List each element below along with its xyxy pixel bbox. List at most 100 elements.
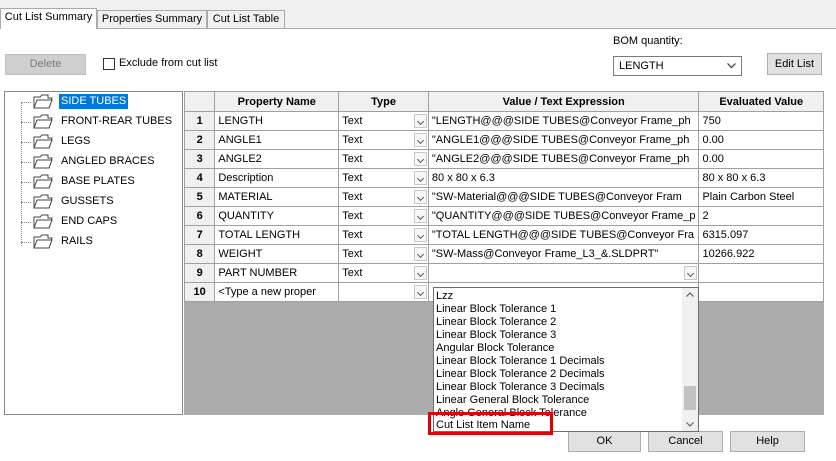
dropdown-arrow-icon[interactable] [413, 190, 427, 204]
row-number[interactable]: 10 [183, 282, 216, 302]
type-value: Text [342, 229, 363, 241]
tab-properties-summary[interactable]: Properties Summary [97, 10, 207, 28]
dropdown-arrow-icon[interactable] [413, 152, 427, 166]
expression-cell[interactable]: "ANGLE1@@@SIDE TUBES@Conveyor Frame_ph [427, 130, 700, 150]
property-name-cell[interactable]: ANGLE1 [214, 130, 340, 150]
folder-icon [33, 174, 53, 189]
tab-cut-list-table[interactable]: Cut List Table [207, 10, 285, 28]
type-cell[interactable]: Text [338, 206, 429, 226]
dropdown-arrow-icon[interactable] [413, 133, 427, 147]
scroll-down-icon[interactable] [682, 418, 698, 431]
ok-button[interactable]: OK [568, 431, 641, 452]
table-row: 1 LENGTH Text "LENGTH@@@SIDE TUBES@Conve… [183, 111, 824, 131]
list-item[interactable]: Linear Block Tolerance 2 [436, 316, 556, 329]
list-item[interactable]: Linear Block Tolerance 1 Decimals [436, 355, 605, 368]
row-number[interactable]: 4 [183, 168, 216, 188]
list-item[interactable]: Linear Block Tolerance 2 Decimals [436, 368, 605, 381]
dropdown-arrow-icon[interactable] [413, 247, 427, 261]
tree-label: RAILS [61, 235, 93, 247]
scroll-up-icon[interactable] [682, 288, 698, 301]
new-property-cell[interactable]: <Type a new proper [214, 282, 340, 302]
column-header[interactable]: Type [338, 91, 429, 112]
dropdown-arrow-icon[interactable] [684, 266, 698, 280]
scrollbar-thumb[interactable] [684, 386, 696, 410]
row-number[interactable]: 9 [183, 263, 216, 283]
table-row: 6 QUANTITY Text "QUANTITY@@@SIDE TUBES@C… [183, 206, 824, 226]
expression-cell[interactable]: "SW-Material@@@SIDE TUBES@Conveyor Fram [427, 187, 700, 207]
table-header-row: Property Name Type Value / Text Expressi… [183, 91, 824, 112]
expression-cell[interactable]: "TOTAL LENGTH@@@SIDE TUBES@Conveyor Fra [427, 225, 700, 245]
table-row: 2 ANGLE1 Text "ANGLE1@@@SIDE TUBES@Conve… [183, 130, 824, 150]
property-name-cell[interactable]: MATERIAL [214, 187, 340, 207]
evaluated-value-cell: 750 [698, 111, 824, 131]
expression-cell[interactable]: "SW-Mass@Conveyor Frame_L3_&.SLDPRT" [427, 244, 700, 264]
tree-label: END CAPS [61, 215, 118, 227]
dropdown-scrollbar[interactable] [682, 288, 698, 431]
dropdown-arrow-icon[interactable] [413, 228, 427, 242]
delete-button[interactable]: Delete [5, 54, 86, 75]
list-item[interactable]: Lzz [436, 290, 453, 303]
type-value: Text [342, 153, 363, 165]
tree-label: LEGS [61, 135, 91, 147]
dropdown-arrow-icon[interactable] [413, 266, 427, 280]
chevron-down-icon [727, 63, 736, 69]
type-cell[interactable]: Text [338, 244, 429, 264]
property-name-cell[interactable]: TOTAL LENGTH [214, 225, 340, 245]
cut-list-tree: SIDE TUBES FRONT-REAR TUBES LEGS ANGLED … [4, 91, 183, 415]
list-item[interactable]: Linear General Block Tolerance [436, 394, 589, 407]
evaluated-value-cell: 0.00 [698, 130, 824, 150]
row-number[interactable]: 3 [183, 149, 216, 169]
column-header[interactable]: Evaluated Value [698, 91, 824, 112]
expression-cell[interactable]: "ANGLE2@@@SIDE TUBES@Conveyor Frame_ph [427, 149, 700, 169]
list-item[interactable]: Linear Block Tolerance 1 [436, 303, 556, 316]
type-cell[interactable]: Text [338, 187, 429, 207]
help-button[interactable]: Help [730, 431, 805, 452]
dropdown-arrow-icon[interactable] [413, 285, 427, 299]
folder-icon [33, 154, 53, 169]
expression-cell[interactable]: "LENGTH@@@SIDE TUBES@Conveyor Frame_ph [427, 111, 700, 131]
expression-dropdown-list: Lzz Linear Block Tolerance 1 Linear Bloc… [433, 287, 699, 432]
property-name-cell[interactable]: QUANTITY [214, 206, 340, 226]
column-header[interactable]: Property Name [214, 91, 340, 112]
row-number-header [183, 91, 216, 112]
type-cell[interactable]: Text [338, 263, 429, 283]
row-number[interactable]: 1 [183, 111, 216, 131]
row-number[interactable]: 8 [183, 244, 216, 264]
exclude-checkbox[interactable] [103, 58, 115, 70]
expression-cell[interactable]: 80 x 80 x 6.3 [427, 168, 700, 188]
property-name-cell[interactable]: Description [214, 168, 340, 188]
edit-list-button[interactable]: Edit List [767, 53, 822, 75]
column-header[interactable]: Value / Text Expression [427, 91, 700, 112]
cancel-button[interactable]: Cancel [648, 431, 723, 452]
type-value: Text [342, 210, 363, 222]
type-cell[interactable]: Text [338, 149, 429, 169]
property-name-cell[interactable]: LENGTH [214, 111, 340, 131]
tab-cut-list-summary[interactable]: Cut List Summary [0, 8, 97, 29]
row-number[interactable]: 5 [183, 187, 216, 207]
row-number[interactable]: 2 [183, 130, 216, 150]
dropdown-arrow-icon[interactable] [413, 114, 427, 128]
dropdown-arrow-icon[interactable] [413, 209, 427, 223]
type-cell[interactable]: Text [338, 130, 429, 150]
row-number[interactable]: 6 [183, 206, 216, 226]
property-name-cell[interactable]: WEIGHT [214, 244, 340, 264]
type-value: Text [342, 134, 363, 146]
folder-icon [33, 94, 53, 109]
expression-cell[interactable]: "QUANTITY@@@SIDE TUBES@Conveyor Frame_p [427, 206, 700, 226]
list-item[interactable]: Angular Block Tolerance [436, 342, 554, 355]
type-cell[interactable] [338, 282, 429, 302]
type-cell[interactable]: Text [338, 168, 429, 188]
list-item[interactable]: Linear Block Tolerance 3 Decimals [436, 381, 605, 394]
property-name-cell[interactable]: ANGLE2 [214, 149, 340, 169]
tree-label: GUSSETS [61, 195, 114, 207]
type-cell[interactable]: Text [338, 111, 429, 131]
list-item[interactable]: Linear Block Tolerance 3 [436, 329, 556, 342]
evaluated-value-cell [698, 282, 824, 302]
type-cell[interactable]: Text [338, 225, 429, 245]
row-number[interactable]: 7 [183, 225, 216, 245]
property-name-cell[interactable]: PART NUMBER [214, 263, 340, 283]
bom-quantity-select[interactable]: LENGTH [613, 56, 742, 76]
expression-cell[interactable] [427, 263, 700, 283]
dropdown-arrow-icon[interactable] [413, 171, 427, 185]
folder-icon [33, 114, 53, 129]
